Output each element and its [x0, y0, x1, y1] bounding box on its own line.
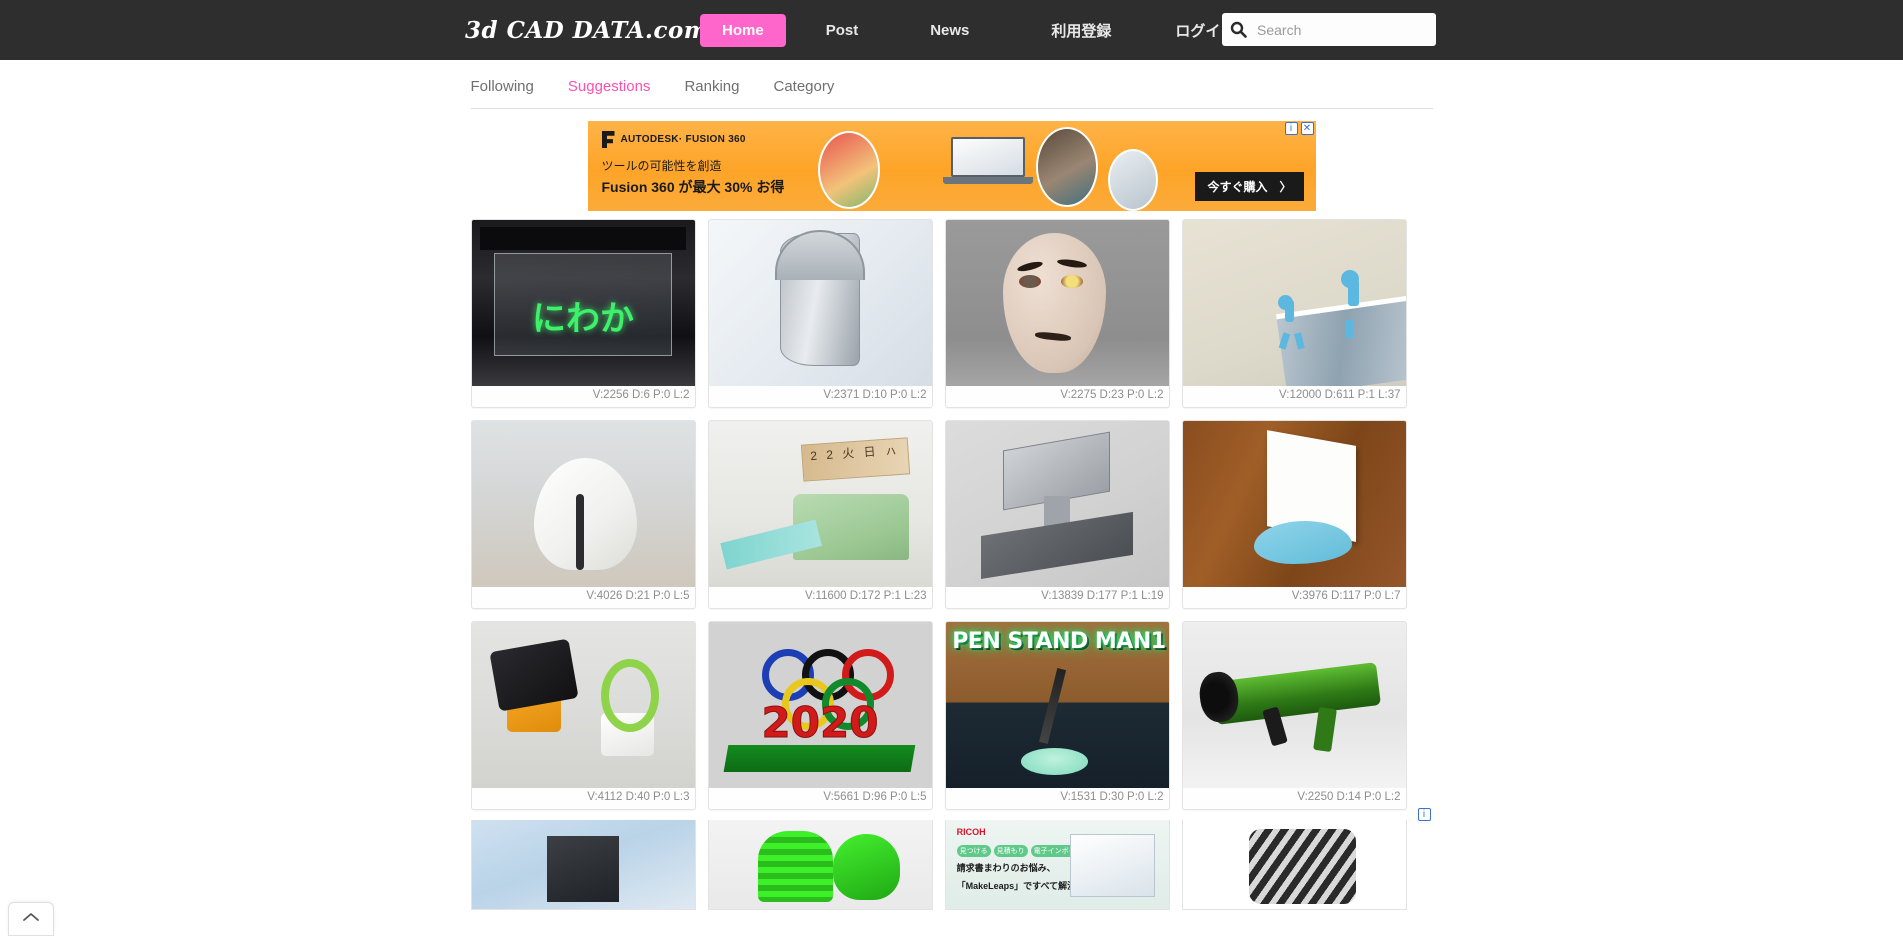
model-thumbnail[interactable]: にわか	[471, 220, 695, 386]
model-thumbnail[interactable]	[471, 421, 695, 587]
model-thumbnail[interactable]	[945, 220, 1169, 386]
bottom-advertisement-container: i RICOH 見つける 見積もり 電子インボイス 請求書まわりのお悩み、 「M…	[470, 808, 1433, 910]
nav-item-register[interactable]: 利用登録	[1033, 12, 1129, 49]
ad-laptop-image	[942, 137, 1033, 187]
ricoh-laptop-image	[1070, 834, 1156, 897]
tab-following[interactable]: Following	[471, 78, 534, 95]
primary-nav: Home Post News 利用登録 ログイン	[700, 12, 1253, 49]
ad-headline-2: Fusion 360 が最大 30% お得	[601, 179, 785, 195]
tab-category[interactable]: Category	[773, 78, 834, 95]
model-card[interactable]: V:2371 D:10 P:0 L:2	[707, 219, 933, 408]
bottom-ad-row: RICOH 見つける 見積もり 電子インボイス 請求書まわりのお悩み、 「Mak…	[470, 820, 1433, 910]
ad-cta-button[interactable]: 今すぐ購入 〉	[1195, 172, 1304, 201]
model-card[interactable]: V:3976 D:117 P:0 L:7	[1181, 420, 1407, 609]
site-header: 3d CAD DATA.com Home Post News 利用登録 ログイン	[0, 0, 1903, 60]
bottom-ad-item[interactable]: RICOH 見つける 見積もり 電子インボイス 請求書まわりのお悩み、 「Mak…	[944, 820, 1170, 910]
nav-item-home[interactable]: Home	[700, 13, 786, 47]
tab-suggestions[interactable]: Suggestions	[568, 78, 651, 95]
model-stats: V:2250 D:14 P:0 L:2	[1297, 791, 1401, 803]
fusion360-ad-banner[interactable]: AUTODESK· FUSION 360 ツールの可能性を創造 Fusion 3…	[587, 121, 1316, 211]
model-stats: V:11600 D:172 P:1 L:23	[805, 590, 927, 602]
info-icon[interactable]: i	[1284, 122, 1298, 135]
search-icon	[1230, 21, 1247, 38]
chevron-up-icon	[22, 910, 40, 928]
model-card[interactable]: V:2275 D:23 P:0 L:2	[944, 219, 1170, 408]
thumbnail-year-text: 2020	[761, 698, 879, 748]
close-icon[interactable]: ✕	[1300, 122, 1314, 135]
bottom-ad-item[interactable]	[470, 820, 696, 910]
model-thumbnail[interactable]	[708, 220, 932, 386]
model-card[interactable]: 2 2 火 日 ㇵ V:11600 D:172 P:1 L:23	[707, 420, 933, 609]
model-card[interactable]: にわか V:2256 D:6 P:0 L:2	[470, 219, 696, 408]
model-stats: V:2371 D:10 P:0 L:2	[823, 389, 927, 401]
model-stats: V:4112 D:40 P:0 L:3	[587, 791, 690, 803]
model-card[interactable]: V:13839 D:177 P:1 L:19	[944, 420, 1170, 609]
model-thumbnail[interactable]: PEN STAND MAN1	[945, 622, 1169, 788]
bottom-ad-item[interactable]	[1181, 820, 1407, 910]
search-box[interactable]	[1222, 13, 1436, 46]
thumbnail-text: にわか	[532, 299, 634, 340]
model-thumbnail[interactable]	[1182, 622, 1406, 788]
thumbnail-date-text: 2 2 火 日 ㇵ	[801, 437, 911, 482]
search-input[interactable]	[1255, 20, 1425, 39]
model-thumbnail[interactable]: 2 2 火 日 ㇵ	[708, 421, 932, 587]
model-stats: V:2275 D:23 P:0 L:2	[1060, 389, 1164, 401]
ricoh-pill-row: 見つける 見積もり 電子インボイス	[956, 844, 1086, 857]
ricoh-pill: 見つける	[956, 844, 991, 857]
model-card[interactable]: V:2250 D:14 P:0 L:2	[1181, 621, 1407, 810]
secondary-tabs: Following Suggestions Ranking Category	[470, 60, 1433, 109]
thumbnail-title-text: PEN STAND MAN1	[952, 628, 1166, 654]
model-card[interactable]: V:12000 D:611 P:1 L:37	[1181, 219, 1407, 408]
top-advertisement-container: AUTODESK· FUSION 360 ツールの可能性を創造 Fusion 3…	[471, 109, 1433, 211]
model-stats: V:2256 D:6 P:0 L:2	[592, 389, 690, 401]
info-icon[interactable]: i	[1417, 808, 1431, 821]
model-thumbnail[interactable]	[1182, 421, 1406, 587]
model-stats: V:3976 D:117 P:0 L:7	[1291, 590, 1401, 602]
model-stats: V:4026 D:21 P:0 L:5	[586, 590, 690, 602]
site-logo[interactable]: 3d CAD DATA.com	[465, 17, 709, 44]
nav-item-news[interactable]: News	[912, 14, 987, 47]
bottom-ad-item[interactable]	[707, 820, 933, 910]
ad-imagery	[808, 125, 1208, 211]
model-stats: V:13839 D:177 P:1 L:19	[1041, 590, 1164, 602]
model-stats: V:5661 D:96 P:0 L:5	[823, 791, 927, 803]
ricoh-pill: 見積もり	[993, 844, 1028, 857]
model-card[interactable]: V:4026 D:21 P:0 L:5	[470, 420, 696, 609]
ad-controls: i ✕	[1284, 122, 1314, 135]
ricoh-headline-1: 請求書まわりのお悩み、	[956, 862, 1056, 873]
model-thumbnail[interactable]	[1182, 220, 1406, 386]
model-card[interactable]: 2020 V:5661 D:96 P:0 L:5	[707, 621, 933, 810]
ricoh-headline-2: 「MakeLeaps」ですべて解決。	[956, 880, 1086, 891]
model-card-grid: にわか V:2256 D:6 P:0 L:2 V:2371 D:10 P:0 L…	[470, 211, 1433, 810]
model-thumbnail[interactable]: 2020	[708, 622, 932, 788]
model-thumbnail[interactable]	[945, 421, 1169, 587]
autodesk-f-logo-icon	[601, 131, 615, 148]
model-thumbnail[interactable]	[471, 622, 695, 788]
model-stats: V:1531 D:30 P:0 L:2	[1060, 791, 1164, 803]
ad-brand-row: AUTODESK· FUSION 360	[601, 131, 746, 148]
nav-item-post[interactable]: Post	[808, 14, 877, 47]
tab-ranking[interactable]: Ranking	[684, 78, 739, 95]
model-card[interactable]: V:4112 D:40 P:0 L:3	[470, 621, 696, 810]
model-stats: V:12000 D:611 P:1 L:37	[1279, 389, 1401, 401]
model-card[interactable]: PEN STAND MAN1 V:1531 D:30 P:0 L:2	[944, 621, 1170, 810]
ricoh-brand-text: RICOH	[956, 827, 986, 838]
ad-brand-text: AUTODESK· FUSION 360	[620, 134, 746, 145]
scroll-to-top-button[interactable]	[8, 902, 54, 936]
ad-headline-1: ツールの可能性を創造	[601, 159, 722, 173]
